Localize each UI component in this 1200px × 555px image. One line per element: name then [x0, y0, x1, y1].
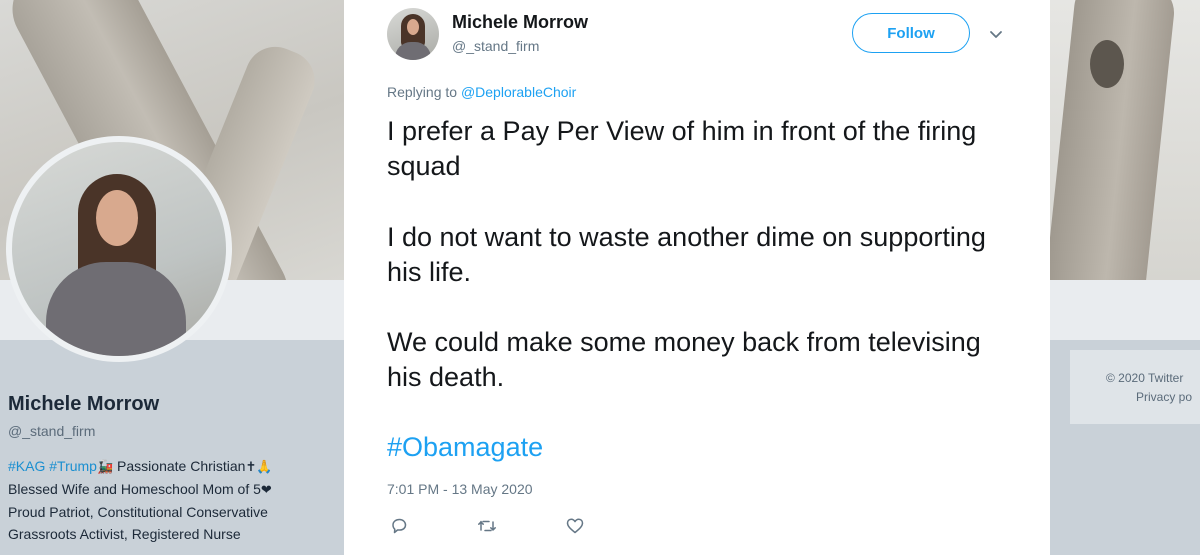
bio-line-3: Proud Patriot, Constitutional Conservati… — [8, 504, 268, 520]
tweet-hashtag[interactable]: #Obamagate — [387, 430, 543, 465]
author-name[interactable]: Michele Morrow — [452, 12, 588, 33]
profile-handle: @_stand_firm — [8, 423, 96, 439]
profile-avatar[interactable] — [6, 136, 232, 362]
replying-to: Replying to @DeplorableChoir — [387, 84, 576, 100]
footer-copyright: © 2020 Twitter — [1106, 371, 1184, 385]
tweet-paragraph-2: I do not want to waste another dime on s… — [387, 222, 986, 287]
tweet-paragraph-1: I prefer a Pay Per View of him in front … — [387, 116, 977, 181]
praying-hands-emoji-icon: 🙏 — [256, 459, 273, 474]
footer-privacy-link[interactable]: Privacy po — [1136, 390, 1192, 404]
bio-line-4: Grassroots Activist, Registered Nurse — [8, 526, 241, 542]
chevron-down-icon[interactable] — [988, 26, 1004, 42]
bio-hashtag-trump[interactable]: #Trump — [49, 458, 97, 474]
tweet-card: Michele Morrow @_stand_firm Follow Reply… — [344, 0, 1050, 555]
bio-line-1: Passionate Christian — [113, 458, 246, 474]
tweet-paragraph-3: We could make some money back from telev… — [387, 327, 981, 392]
cross-emoji-icon: ✝ — [245, 459, 257, 474]
profile-name[interactable]: Michele Morrow — [8, 393, 159, 416]
bio-line-2: Blessed Wife and Homeschool Mom of 5 — [8, 481, 261, 497]
profile-bio: #KAG #Trump🚂 Passionate Christian✝🙏 Bles… — [8, 455, 338, 545]
author-handle: @_stand_firm — [452, 38, 540, 54]
train-emoji-icon: 🚂 — [96, 459, 114, 474]
footer-card — [1070, 350, 1200, 424]
bio-hashtag-kag[interactable]: #KAG — [8, 458, 45, 474]
heart-icon[interactable] — [565, 516, 585, 536]
follow-button[interactable]: Follow — [852, 13, 970, 53]
retweet-icon[interactable] — [477, 516, 497, 536]
profile-banner-image-right — [1050, 0, 1200, 280]
tweet-timestamp[interactable]: 7:01 PM - 13 May 2020 — [387, 481, 533, 497]
author-avatar[interactable] — [387, 8, 439, 60]
heart-emoji-icon: ❤ — [260, 482, 272, 497]
reply-icon[interactable] — [389, 516, 409, 536]
replying-to-mention[interactable]: @DeplorableChoir — [461, 84, 576, 100]
replying-to-label: Replying to — [387, 84, 461, 100]
